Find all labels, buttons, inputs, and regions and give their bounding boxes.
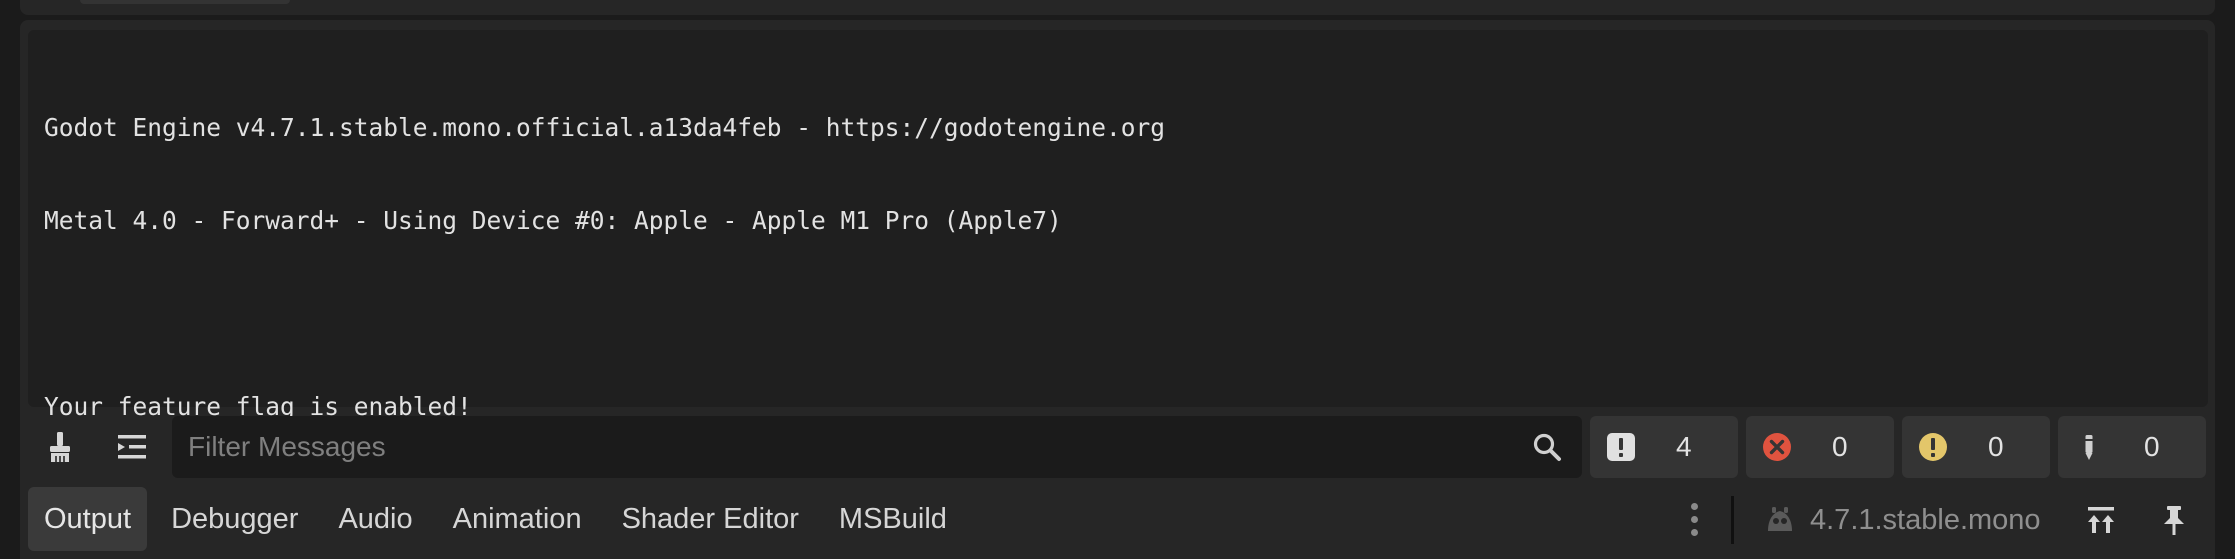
- pin-panel-button[interactable]: [2146, 492, 2202, 548]
- warnings-count: 0: [1988, 431, 2004, 462]
- messages-count: 4: [1676, 431, 1692, 462]
- bottom-panel-tabs: Output Debugger Audio Animation Shader E…: [28, 487, 971, 551]
- collapse-lines-icon: [118, 435, 146, 459]
- tab-audio[interactable]: Audio: [322, 487, 428, 551]
- filter-messages-input[interactable]: [172, 416, 1512, 478]
- version-label[interactable]: 4.7.1.stable.mono: [1764, 496, 2041, 544]
- kebab-dot-icon: [1690, 502, 1698, 510]
- tab-animation[interactable]: Animation: [437, 487, 598, 551]
- error-circle-icon: [1763, 433, 1791, 461]
- editor-messages-filter-toggle[interactable]: 0: [2058, 416, 2206, 478]
- warnings-filter-toggle[interactable]: 0: [1902, 416, 2050, 478]
- separator: [1731, 496, 1734, 544]
- errors-filter-toggle[interactable]: 0: [1746, 416, 1894, 478]
- more-options-button[interactable]: [1676, 497, 1712, 541]
- collapse-duplicates-button[interactable]: [104, 419, 160, 475]
- exclamation-square-icon: [1607, 433, 1635, 461]
- upper-panel-tab-edge: [80, 0, 290, 4]
- version-text: 4.7.1.stable.mono: [1810, 503, 2041, 536]
- tab-msbuild[interactable]: MSBuild: [823, 487, 963, 551]
- expand-panel-button[interactable]: [2073, 492, 2129, 548]
- broom-icon: [50, 432, 70, 462]
- tab-output[interactable]: Output: [28, 487, 148, 551]
- expand-up-icon: [2088, 507, 2114, 533]
- tab-shader-editor[interactable]: Shader Editor: [606, 487, 815, 551]
- kebab-dot-icon: [1690, 515, 1698, 523]
- godot-logo-icon: [1768, 507, 1792, 531]
- upper-panel-edge: [20, 0, 2215, 15]
- log-line: Godot Engine v4.7.1.stable.mono.official…: [44, 113, 1166, 142]
- log-line: Metal 4.0 - Forward+ - Using Device #0: …: [44, 206, 1062, 235]
- pencil-icon: [2085, 435, 2093, 460]
- editor-messages-count: 0: [2144, 431, 2160, 462]
- clear-output-button[interactable]: [32, 419, 88, 475]
- filter-messages-field: [172, 416, 1582, 478]
- output-log[interactable]: Godot Engine v4.7.1.stable.mono.official…: [28, 30, 2208, 421]
- search-icon: [1533, 433, 1561, 461]
- warning-circle-icon: [1919, 433, 1947, 461]
- messages-filter-toggle[interactable]: 4: [1590, 416, 1738, 478]
- kebab-dot-icon: [1690, 528, 1698, 536]
- pin-icon: [2164, 506, 2184, 535]
- tab-debugger[interactable]: Debugger: [155, 487, 314, 551]
- errors-count: 0: [1832, 431, 1848, 462]
